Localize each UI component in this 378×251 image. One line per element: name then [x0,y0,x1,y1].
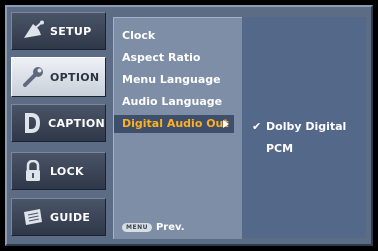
menu-item-clock[interactable]: Clock [122,27,155,45]
menu-item-aspect-ratio[interactable]: Aspect Ratio [122,49,200,67]
sidebar-item-option[interactable]: OPTION [11,57,106,97]
option-label: Dolby Digital [266,120,347,133]
prev-label: Prev. [155,222,185,233]
padlock-icon [20,158,46,184]
sidebar-item-label: LOCK [50,164,84,178]
sidebar: SETUP OPTION CAPTION LOCK GUIDE [11,12,107,238]
sidebar-item-label: CAPTION [48,116,105,130]
sidebar-item-caption[interactable]: CAPTION [11,104,106,142]
submenu-panel: ✔ Dolby Digital PCM [242,17,366,238]
sidebar-item-label: GUIDE [50,210,91,224]
checkmark-icon: ✔ [252,120,262,133]
sidebar-item-label: OPTION [50,70,100,84]
guide-book-icon [20,204,46,230]
option-pcm[interactable]: PCM [266,140,293,158]
menu-key-badge: MENU [122,223,152,232]
wrench-icon [20,64,46,90]
sidebar-item-guide[interactable]: GUIDE [11,198,106,236]
sidebar-item-lock[interactable]: LOCK [11,152,106,190]
caption-d-icon [20,110,44,136]
menu-item-label: Digital Audio Out [122,117,229,130]
prev-hint[interactable]: MENU Prev. [122,222,185,233]
menu-panel: Clock Aspect Ratio Menu Language Audio L… [113,17,242,239]
menu-item-digital-audio-out[interactable]: Digital Audio Out [114,115,234,133]
menu-item-audio-language[interactable]: Audio Language [122,93,222,111]
sidebar-item-label: SETUP [50,24,92,38]
satellite-dish-icon [20,18,46,44]
sidebar-item-setup[interactable]: SETUP [11,12,106,50]
arrow-right-icon [223,120,229,128]
menu-item-menu-language[interactable]: Menu Language [122,71,221,89]
option-dolby-digital[interactable]: ✔ Dolby Digital [242,118,366,136]
